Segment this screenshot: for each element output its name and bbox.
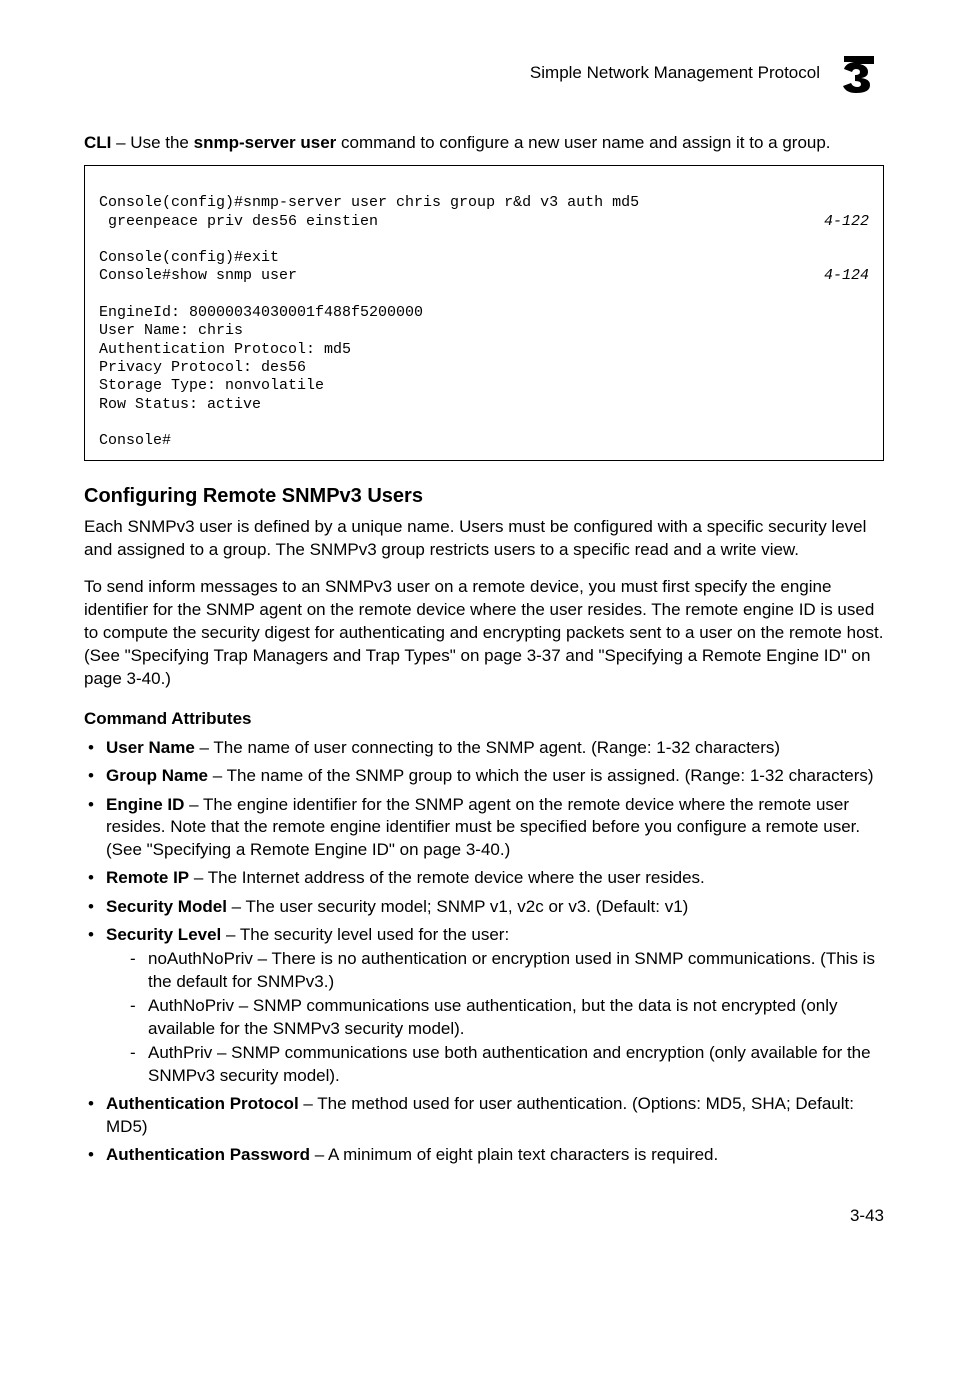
list-item: noAuthNoPriv – There is no authenticatio… xyxy=(106,948,884,993)
attr-label: Security Level xyxy=(106,925,221,944)
attr-label: Engine ID xyxy=(106,795,184,814)
code-line: Console# xyxy=(99,432,171,449)
intro-rest: command to configure a new user name and… xyxy=(336,133,830,152)
attr-text: – The name of the SNMP group to which th… xyxy=(208,766,874,785)
section-para-2: To send inform messages to an SNMPv3 use… xyxy=(84,576,884,691)
list-item: Security Model – The user security model… xyxy=(84,896,884,918)
attr-text: – A minimum of eight plain text characte… xyxy=(310,1145,718,1164)
code-line: Privacy Protocol: des56 xyxy=(99,359,306,376)
code-line: Row Status: active xyxy=(99,396,261,413)
code-ref: 4-122 xyxy=(804,213,869,231)
intro-paragraph: CLI – Use the snmp-server user command t… xyxy=(84,132,884,155)
attr-text: – The user security model; SNMP v1, v2c … xyxy=(227,897,688,916)
chapter-badge-icon xyxy=(834,48,884,98)
list-item: AuthPriv – SNMP communications use both … xyxy=(106,1042,884,1087)
list-item: Engine ID – The engine identifier for th… xyxy=(84,794,884,861)
code-line: Console(config)#exit xyxy=(99,249,279,266)
code-line: User Name: chris xyxy=(99,322,243,339)
code-line: Console(config)#snmp-server user chris g… xyxy=(99,194,639,211)
intro-sep: – Use the xyxy=(111,133,193,152)
attr-label: Security Model xyxy=(106,897,227,916)
cli-command: snmp-server user xyxy=(194,133,337,152)
page-number: 3-43 xyxy=(84,1206,884,1226)
attr-text: – The Internet address of the remote dev… xyxy=(189,868,705,887)
list-item: Authentication Protocol – The method use… xyxy=(84,1093,884,1138)
list-item: Security Level – The security level used… xyxy=(84,924,884,1087)
section-heading: Configuring Remote SNMPv3 Users xyxy=(84,485,884,508)
attr-label: Authentication Protocol xyxy=(106,1094,299,1113)
code-line: greenpeace priv des56 einstien xyxy=(99,213,378,231)
attributes-list: User Name – The name of user connecting … xyxy=(84,737,884,1166)
cli-label: CLI xyxy=(84,133,111,152)
attr-text: – The security level used for the user: xyxy=(221,925,509,944)
list-item: Group Name – The name of the SNMP group … xyxy=(84,765,884,787)
code-line: Console#show snmp user xyxy=(99,267,297,285)
code-ref: 4-124 xyxy=(804,267,869,285)
attr-text: – The engine identifier for the SNMP age… xyxy=(106,795,860,859)
attr-label: Group Name xyxy=(106,766,208,785)
header-title: Simple Network Management Protocol xyxy=(530,63,820,83)
command-attributes-heading: Command Attributes xyxy=(84,709,884,729)
page-header: Simple Network Management Protocol xyxy=(84,48,884,98)
page-container: Simple Network Management Protocol CLI –… xyxy=(0,0,954,1266)
attr-label: User Name xyxy=(106,738,195,757)
code-line: Authentication Protocol: md5 xyxy=(99,341,351,358)
list-item: Authentication Password – A minimum of e… xyxy=(84,1144,884,1166)
code-block: Console(config)#snmp-server user chris g… xyxy=(84,165,884,461)
attr-label: Authentication Password xyxy=(106,1145,310,1164)
code-line: EngineId: 80000034030001f488f5200000 xyxy=(99,304,423,321)
list-item: Remote IP – The Internet address of the … xyxy=(84,867,884,889)
code-line: Storage Type: nonvolatile xyxy=(99,377,324,394)
list-item: AuthNoPriv – SNMP communications use aut… xyxy=(106,995,884,1040)
section-para-1: Each SNMPv3 user is defined by a unique … xyxy=(84,516,884,562)
list-item: User Name – The name of user connecting … xyxy=(84,737,884,759)
attr-label: Remote IP xyxy=(106,868,189,887)
security-sublist: noAuthNoPriv – There is no authenticatio… xyxy=(106,948,884,1087)
attr-text: – The name of user connecting to the SNM… xyxy=(195,738,780,757)
